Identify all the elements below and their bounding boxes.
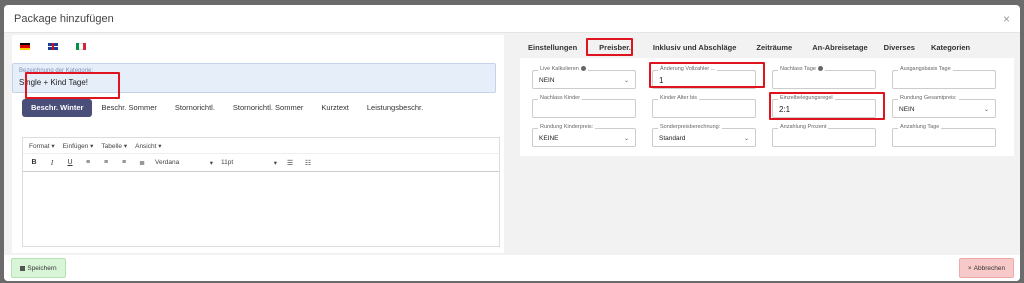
modal-header: Package hinzufügen × xyxy=(4,5,1020,33)
align-center-icon[interactable]: ≡ xyxy=(101,159,111,166)
right-panel: Einstellungen Preisber. Inklusiv und Abs… xyxy=(520,33,1014,251)
bold-icon[interactable]: B xyxy=(29,159,39,166)
chevron-down-icon: ⌄ xyxy=(743,136,749,142)
ausgangsbasis-tage-input[interactable]: Ausgangsbasis Tage xyxy=(892,66,996,89)
rundung-kinderpreis-select[interactable]: Rundung Kinderpreis: KEINE ⌄ xyxy=(532,124,636,147)
description-tabs: Beschr. Winter Beschr. Sommer Stornorich… xyxy=(12,99,504,117)
rich-text-editor: Format ▾ Einfügen ▾ Tabelle ▾ Ansicht ▾ … xyxy=(22,137,500,247)
tab-stornorichtl-sommer[interactable]: Stornorichtl. Sommer xyxy=(224,99,312,117)
nachlass-kinder-input[interactable]: Nachlass Kinder xyxy=(532,95,636,118)
live-kalkulieren-select[interactable]: Live Kalkulieren NEIN ⌄ xyxy=(532,66,636,89)
italic-icon[interactable]: I xyxy=(47,159,57,167)
floppy-disk-icon xyxy=(20,265,26,271)
tab-einstellungen[interactable]: Einstellungen xyxy=(520,37,585,59)
left-panel: Bezeichnung der Kategorie: Single + Kind… xyxy=(12,35,504,253)
align-right-icon[interactable]: ≡ xyxy=(119,159,129,166)
tab-preisber[interactable]: Preisber. xyxy=(585,37,645,59)
sonderpreisberechnung-select[interactable]: Sonderpreisberechnung: Standard ⌄ xyxy=(652,124,756,147)
tab-diverses[interactable]: Diverses xyxy=(876,37,923,59)
menu-einfuegen[interactable]: Einfügen ▾ xyxy=(63,142,94,150)
anderung-vollzahler-input[interactable]: Änderung Vollzahler ... 1 xyxy=(652,66,756,89)
underline-icon[interactable]: U xyxy=(65,159,75,166)
menu-ansicht[interactable]: Ansicht ▾ xyxy=(135,142,161,150)
kategorie-field[interactable]: Bezeichnung der Kategorie: Single + Kind… xyxy=(12,63,496,93)
close-icon[interactable]: × xyxy=(1003,12,1010,26)
anzahlung-prozent-input[interactable]: Anzahlung Prozent xyxy=(772,124,876,147)
einzelbelegungsregel-input[interactable]: Einzelbelegungsregel 2:1 xyxy=(772,95,876,118)
info-icon xyxy=(580,66,586,72)
modal-title: Package hinzufügen xyxy=(14,12,114,25)
tab-kurztext[interactable]: Kurztext xyxy=(312,99,358,117)
kinder-alter-bis-input[interactable]: Kinder Alter bis xyxy=(652,95,756,118)
numbered-list-icon[interactable]: ☷ xyxy=(303,159,313,167)
editor-content[interactable] xyxy=(23,172,499,246)
german-flag-icon[interactable] xyxy=(20,43,30,50)
close-icon: × xyxy=(967,264,972,272)
tab-kategorien[interactable]: Kategorien xyxy=(923,37,978,59)
preisber-form: Live Kalkulieren NEIN ⌄ Änderung Vollzah… xyxy=(520,58,1014,156)
nachlass-tage-input[interactable]: Nachlass Tage xyxy=(772,66,876,89)
anzahlung-tage-input[interactable]: Anzahlung Tage xyxy=(892,124,996,147)
editor-toolbar: B I U ≡ ≡ ≡ ≣ Verdana ▾ 11pt ▾ ☰ ☷ xyxy=(23,154,499,172)
tab-beschr-sommer[interactable]: Beschr. Sommer xyxy=(92,99,165,117)
chevron-down-icon: ⌄ xyxy=(623,78,629,84)
cancel-button[interactable]: × Abbrechen xyxy=(959,258,1014,278)
font-size-select[interactable]: 11pt ▾ xyxy=(221,159,277,167)
modal-footer: Speichern × Abbrechen xyxy=(4,255,1020,281)
save-button[interactable]: Speichern xyxy=(11,258,66,278)
font-family-select[interactable]: Verdana ▾ xyxy=(155,159,213,167)
editor-menubar: Format ▾ Einfügen ▾ Tabelle ▾ Ansicht ▾ xyxy=(23,138,499,154)
kategorie-label: Bezeichnung der Kategorie: xyxy=(19,68,94,74)
tab-beschr-winter[interactable]: Beschr. Winter xyxy=(22,99,93,117)
uk-flag-icon[interactable] xyxy=(48,43,58,50)
bullet-list-icon[interactable]: ☰ xyxy=(285,159,295,167)
package-modal: Package hinzufügen × Bezeichnung der Kat… xyxy=(4,5,1020,281)
align-justify-icon[interactable]: ≣ xyxy=(137,159,147,167)
tab-zeitraeume[interactable]: Zeiträume xyxy=(744,37,804,59)
info-icon xyxy=(817,66,823,72)
tab-inklusiv-abschlaege[interactable]: Inklusiv und Abschläge xyxy=(645,37,745,59)
tab-stornorichtl[interactable]: Stornorichtl. xyxy=(166,99,224,117)
language-flags xyxy=(12,35,504,57)
italian-flag-icon[interactable] xyxy=(76,43,86,50)
menu-tabelle[interactable]: Tabelle ▾ xyxy=(101,142,127,150)
settings-tabs: Einstellungen Preisber. Inklusiv und Abs… xyxy=(520,37,1014,59)
align-left-icon[interactable]: ≡ xyxy=(83,159,93,166)
rundung-gesamtpreis-select[interactable]: Rundung Gesamtpreis: NEIN ⌄ xyxy=(892,95,996,118)
menu-format[interactable]: Format ▾ xyxy=(29,142,55,150)
chevron-down-icon: ⌄ xyxy=(623,136,629,142)
kategorie-value[interactable]: Single + Kind Tage! xyxy=(19,78,88,87)
chevron-down-icon: ⌄ xyxy=(983,107,989,113)
modal-body: Bezeichnung der Kategorie: Single + Kind… xyxy=(4,33,1020,255)
tab-leistungsbeschr[interactable]: Leistungsbeschr. xyxy=(358,99,432,117)
tab-an-abreisetage[interactable]: An-Abreisetage xyxy=(804,37,875,59)
